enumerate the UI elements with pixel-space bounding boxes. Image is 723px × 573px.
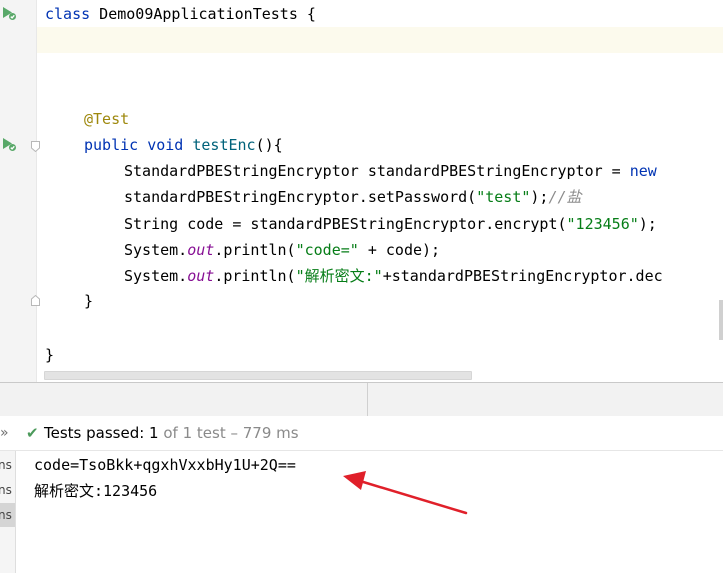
annotation-arrow-icon — [343, 471, 468, 515]
